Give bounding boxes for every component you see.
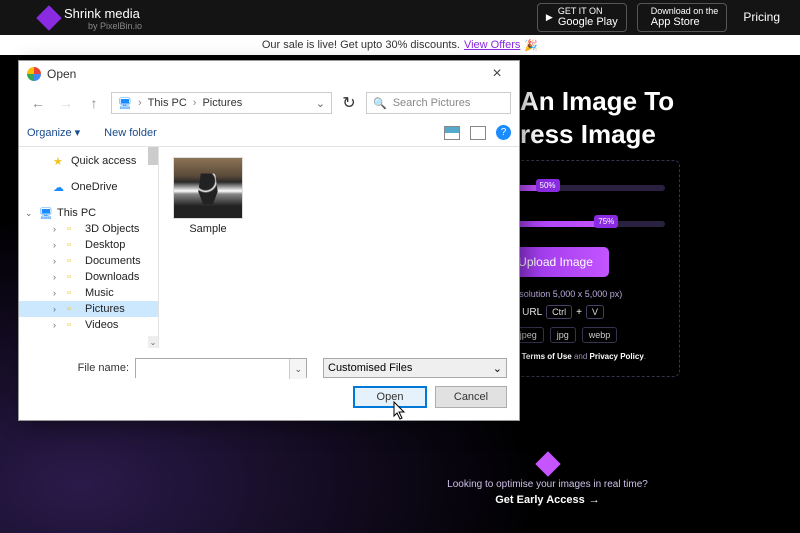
filename-dropdown[interactable]: ⌄ [289, 359, 306, 379]
tree-onedrive[interactable]: ☁OneDrive [19, 179, 158, 195]
file-type-select[interactable]: Customised Files⌄ [323, 358, 507, 378]
search-placeholder: Search Pictures [393, 97, 471, 109]
logo-subtext: by PixelBin.io [88, 21, 142, 31]
refresh-button[interactable]: ↻ [338, 93, 360, 113]
up-button[interactable]: ↑ [83, 95, 105, 111]
hero-headline: An Image Toress Image [520, 85, 760, 150]
search-input[interactable]: 🔍 Search Pictures [366, 92, 511, 114]
play-icon: ▶ [546, 13, 553, 23]
back-button[interactable]: ← [27, 95, 49, 111]
kbd-ctrl: Ctrl [546, 305, 572, 319]
dialog-title: Open [47, 67, 76, 81]
chevron-down-icon: ▾ [75, 126, 81, 139]
dialog-titlebar[interactable]: Open × [19, 61, 519, 87]
tree-music[interactable]: ›▫Music [19, 285, 158, 301]
format-chip: jpg [550, 327, 576, 343]
app-store-badge[interactable]: Download on theApp Store [637, 3, 728, 33]
bc-pictures[interactable]: Pictures [202, 97, 242, 109]
pc-icon: 🖥 [118, 97, 132, 109]
view-mode-button[interactable] [444, 126, 460, 140]
tree-pictures[interactable]: ›▫Pictures [19, 301, 158, 317]
open-button[interactable]: Open [353, 386, 427, 408]
header-actions: ▶ GET IT ONGoogle Play Download on theAp… [537, 3, 780, 33]
tree-this-pc[interactable]: ⌄🖥This PC [19, 205, 158, 221]
party-icon: 🎉 [524, 39, 538, 52]
tree-desktop[interactable]: ›▫Desktop [19, 237, 158, 253]
dialog-nav: ← → ↑ 🖥 › This PC › Pictures ⌄ ↻ 🔍 Searc… [19, 87, 519, 119]
early-access-card: Looking to optimise your images in real … [415, 455, 680, 508]
get-early-access-link[interactable]: Get Early Access → [495, 494, 599, 506]
tree-documents[interactable]: ›▫Documents [19, 253, 158, 269]
chevron-right-icon: › [138, 97, 142, 109]
file-list[interactable]: Sample [159, 147, 519, 348]
logo-icon [36, 5, 61, 30]
dialog-footer: File name: ⌄ Customised Files⌄ Open Canc… [19, 348, 519, 420]
kbd-v: V [586, 305, 604, 319]
forward-button[interactable]: → [55, 95, 77, 111]
thumbnail-image [173, 157, 243, 219]
file-label: Sample [169, 223, 247, 235]
breadcrumb[interactable]: 🖥 › This PC › Pictures ⌄ [111, 92, 332, 114]
organize-button[interactable]: Organize ▾ [27, 126, 80, 139]
filename-input[interactable] [136, 359, 289, 379]
site-header: Shrink media by PixelBin.io ▶ GET IT ONG… [0, 0, 800, 35]
format-chip: webp [582, 327, 618, 343]
dialog-body: ★Quick access ☁OneDrive ⌄🖥This PC ›▫3D O… [19, 147, 519, 348]
slider-value-badge: 50% [535, 179, 559, 192]
tree-quick-access[interactable]: ★Quick access [19, 153, 158, 169]
chrome-icon [27, 67, 41, 81]
sale-text: Our sale is live! Get upto 30% discounts… [262, 39, 460, 51]
dialog-toolbar: Organize ▾ New folder ? [19, 119, 519, 147]
tree-3d-objects[interactable]: ›▫3D Objects [19, 221, 158, 237]
arrow-right-icon: → [589, 494, 600, 506]
chevron-right-icon: › [193, 97, 197, 109]
logo-text: Shrink media [64, 6, 140, 21]
file-open-dialog: Open × ← → ↑ 🖥 › This PC › Pictures ⌄ ↻ … [18, 60, 520, 421]
search-icon: 🔍 [373, 97, 387, 110]
bc-this-pc[interactable]: This PC [148, 97, 187, 109]
google-play-badge[interactable]: ▶ GET IT ONGoogle Play [537, 3, 627, 33]
tree-videos[interactable]: ›▫Videos [19, 317, 158, 333]
folder-tree[interactable]: ★Quick access ☁OneDrive ⌄🖥This PC ›▫3D O… [19, 147, 159, 348]
view-offers-link[interactable]: View Offers [464, 39, 520, 51]
chevron-down-icon[interactable]: ⌄ [316, 97, 325, 110]
chevron-down-icon: ⌄ [493, 362, 502, 375]
preview-pane-button[interactable] [470, 126, 486, 140]
site-logo[interactable]: Shrink media by PixelBin.io [40, 5, 142, 31]
help-button[interactable]: ? [496, 125, 511, 140]
new-folder-button[interactable]: New folder [104, 127, 157, 139]
filename-label: File name: [31, 362, 129, 374]
close-button[interactable]: × [483, 65, 511, 83]
tree-downloads[interactable]: ›▫Downloads [19, 269, 158, 285]
cancel-button[interactable]: Cancel [435, 386, 507, 408]
slider-value-badge: 75% [594, 215, 618, 228]
early-text: Looking to optimise your images in real … [415, 479, 680, 490]
tree-scrollbar[interactable]: ⌄ [148, 147, 158, 348]
file-item-sample[interactable]: Sample [169, 157, 247, 235]
sale-banner: Our sale is live! Get upto 30% discounts… [0, 35, 800, 55]
pricing-link[interactable]: Pricing [743, 10, 780, 24]
optimize-icon [535, 451, 560, 476]
